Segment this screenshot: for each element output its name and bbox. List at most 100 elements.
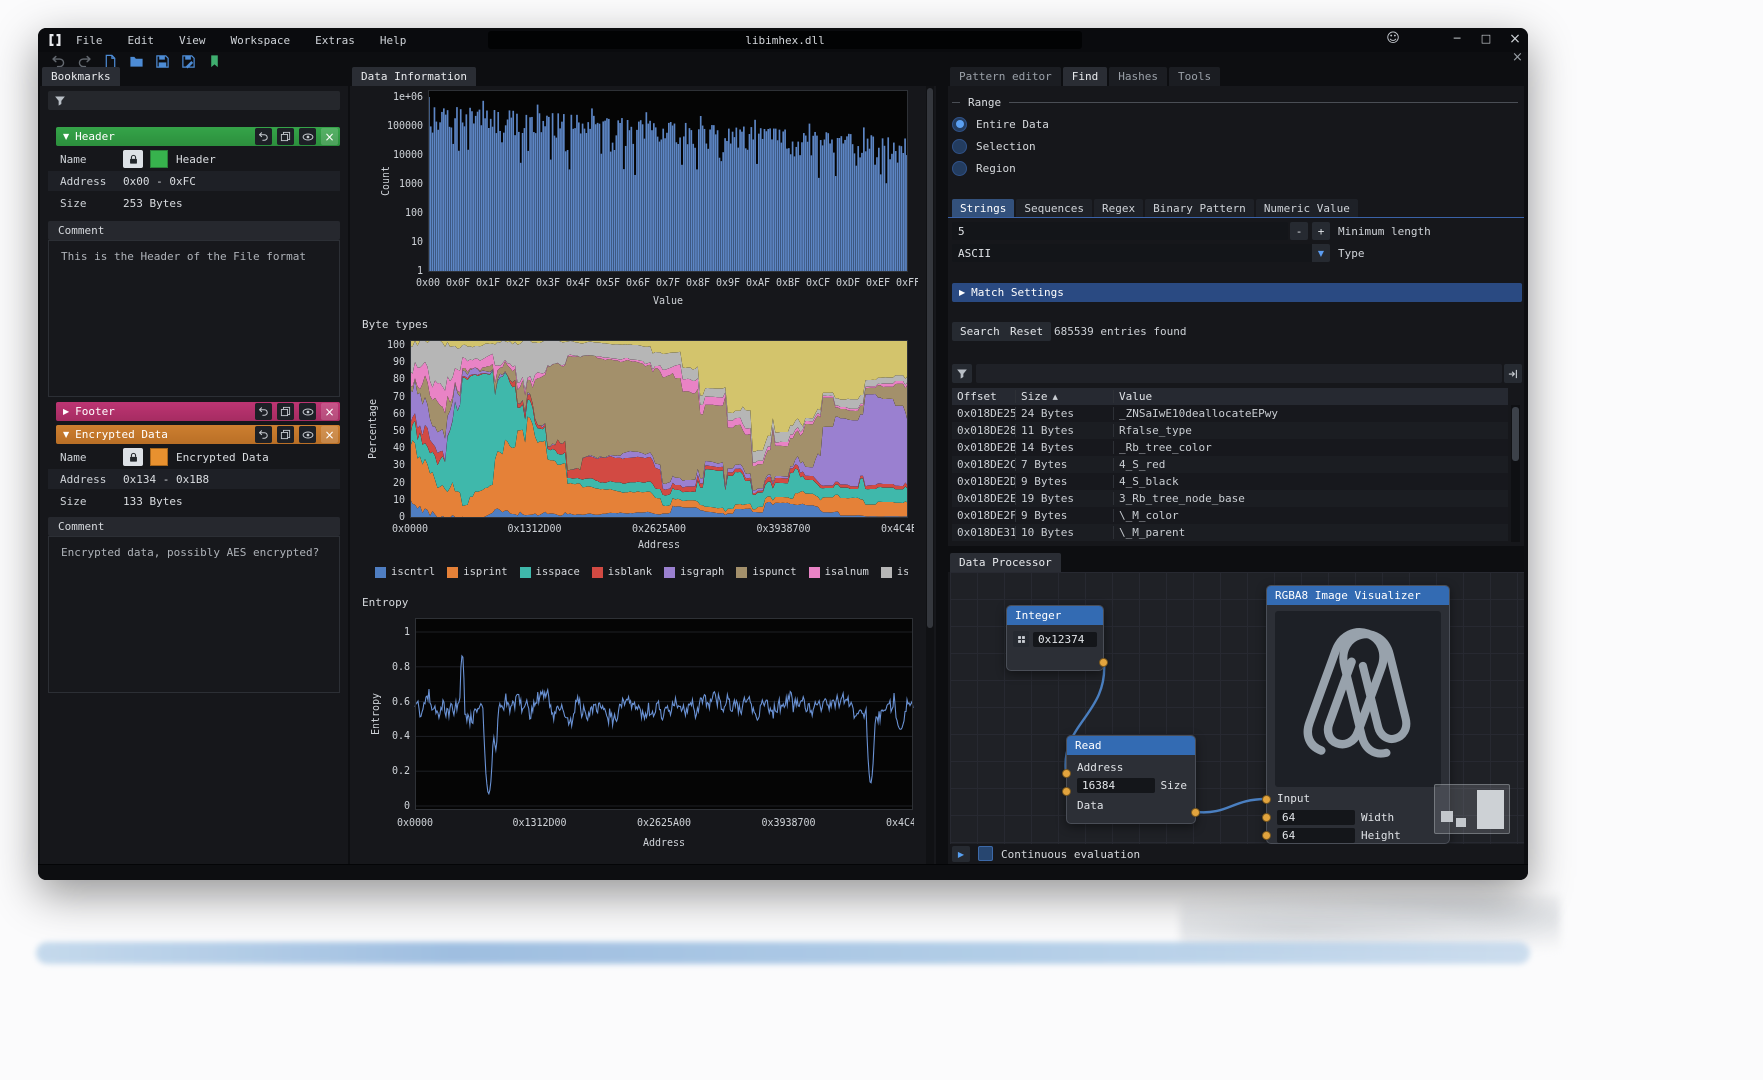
radio-selection[interactable]: Selection [952, 135, 1049, 157]
bookmark-reset-button[interactable] [255, 128, 272, 145]
bookmark-color-swatch[interactable] [150, 150, 168, 168]
save-icon[interactable] [154, 53, 171, 70]
bookmark-remove-button[interactable]: × [321, 403, 338, 420]
menu-file[interactable]: File [74, 34, 105, 47]
close-button[interactable]: × [1506, 31, 1524, 47]
read-data-output-pin[interactable] [1191, 808, 1200, 817]
radio-region[interactable]: Region [952, 157, 1049, 179]
min-length-increase-button[interactable]: + [1312, 222, 1330, 240]
column-value[interactable]: Value [1114, 390, 1508, 403]
jump-to-selection-button[interactable] [1504, 364, 1522, 383]
min-length-input[interactable]: 5 [952, 222, 1288, 240]
read-node-title[interactable]: Read [1067, 736, 1195, 755]
legend-item-isprint[interactable]: isprint [447, 566, 507, 578]
mode-tab-regex[interactable]: Regex [1094, 199, 1143, 217]
table-row[interactable]: 0x018DE2B014 Bytes_Rb_tree_color [952, 439, 1508, 456]
bookmark-color-swatch[interactable] [150, 448, 168, 466]
table-row[interactable]: 0x018DE2FC9 Bytes\_M_color [952, 507, 1508, 524]
panel-close-icon[interactable]: × [1512, 50, 1523, 65]
read-node[interactable]: Read Address 16384 Size Data [1066, 735, 1196, 824]
title-bar[interactable]: FileEditViewWorkspaceExtrasHelp libimhex… [38, 28, 1528, 52]
save-as-icon[interactable] [180, 53, 197, 70]
legend-item-isgraph[interactable]: isgraph [664, 566, 724, 578]
bookmarks-filter-input[interactable] [48, 91, 340, 110]
bookmark-remove-button[interactable]: × [321, 426, 338, 443]
read-size-input-pin[interactable] [1062, 787, 1071, 796]
tab-tools[interactable]: Tools [1169, 67, 1220, 86]
continuous-evaluation-checkbox[interactable] [978, 846, 993, 861]
integer-value-field[interactable]: 0x12374 [1033, 632, 1097, 647]
open-file-icon[interactable] [128, 53, 145, 70]
comment-header[interactable]: Comment [48, 221, 340, 240]
integer-output-pin[interactable] [1099, 658, 1108, 667]
bookmark-reset-button[interactable] [255, 403, 272, 420]
lock-button[interactable] [123, 150, 143, 168]
visualizer-height-pin[interactable] [1262, 831, 1271, 840]
integer-node[interactable]: Integer 0x12374 [1006, 605, 1104, 671]
tab-bookmarks[interactable]: Bookmarks [42, 67, 120, 86]
evaluate-play-button[interactable]: ▶ [952, 846, 970, 862]
bookmark-copy-button[interactable] [277, 403, 294, 420]
tab-pattern-editor[interactable]: Pattern editor [950, 67, 1061, 86]
bookmark-copy-button[interactable] [277, 128, 294, 145]
chevron-down-icon[interactable]: ▼ [1312, 244, 1330, 262]
table-row[interactable]: 0x018DE31A10 Bytes\_M_parent [952, 524, 1508, 541]
read-size-field[interactable]: 16384 [1077, 778, 1155, 793]
rgba8-visualizer-node[interactable]: RGBA8 Image Visualizer Input 64 Width 64… [1266, 585, 1450, 844]
reset-button[interactable]: Reset [1002, 322, 1051, 341]
value-distribution-chart[interactable] [378, 86, 918, 336]
bookmark-remove-button[interactable]: × [321, 128, 338, 145]
bookmark-header-bar[interactable]: ▼ Header × [56, 127, 340, 146]
search-button[interactable]: Search [952, 322, 1008, 341]
table-row[interactable]: 0x018DE2D49 Bytes4_S_black [952, 473, 1508, 490]
node-canvas-minimap[interactable] [1434, 784, 1510, 834]
results-filter-input[interactable] [976, 364, 1502, 383]
menu-help[interactable]: Help [378, 34, 409, 47]
mode-tab-numeric-value[interactable]: Numeric Value [1256, 199, 1358, 217]
results-header[interactable]: Offset Size▲ Value [952, 388, 1508, 405]
value-format-grid-icon[interactable] [1013, 631, 1029, 647]
tab-data-information[interactable]: Data Information [352, 67, 476, 86]
mode-tab-strings[interactable]: Strings [952, 199, 1014, 217]
column-size[interactable]: Size▲ [1016, 390, 1114, 403]
data-information-scrollbar[interactable] [926, 86, 934, 864]
visualizer-height-field[interactable]: 64 [1277, 828, 1355, 843]
column-offset[interactable]: Offset [952, 390, 1016, 403]
bookmark-reset-button[interactable] [255, 426, 272, 443]
table-row[interactable]: 0x018DE2E019 Bytes3_Rb_tree_node_base [952, 490, 1508, 507]
visualizer-width-pin[interactable] [1262, 813, 1271, 822]
legend-item-isalpha[interactable]: isalpha [881, 566, 908, 578]
legend-item-iscntrl[interactable]: iscntrl [375, 566, 435, 578]
bookmark-visibility-eye-icon[interactable] [299, 403, 316, 420]
read-address-input-pin[interactable] [1062, 769, 1071, 778]
legend-item-ispunct[interactable]: ispunct [736, 566, 796, 578]
bookmark-icon[interactable] [206, 53, 223, 70]
table-row[interactable]: 0x018DE25C24 Bytes_ZNSaIwE10deallocateEP… [952, 405, 1508, 422]
minimize-button[interactable]: ─ [1448, 32, 1466, 45]
type-combo[interactable]: ASCII ▼ [952, 244, 1330, 262]
tab-hashes[interactable]: Hashes [1109, 67, 1167, 86]
bookmark-visibility-eye-icon[interactable] [299, 426, 316, 443]
menu-view[interactable]: View [177, 34, 208, 47]
results-scrollbar[interactable] [1511, 405, 1520, 542]
byte-types-chart[interactable] [366, 336, 914, 558]
menu-edit[interactable]: Edit [126, 34, 157, 47]
bookmark-visibility-eye-icon[interactable] [299, 128, 316, 145]
tab-find[interactable]: Find [1063, 67, 1108, 86]
visualizer-input-pin[interactable] [1262, 795, 1271, 804]
mode-tab-sequences[interactable]: Sequences [1016, 199, 1092, 217]
visualizer-node-title[interactable]: RGBA8 Image Visualizer [1267, 586, 1449, 605]
table-row[interactable]: 0x018DE2CB7 Bytes4_S_red [952, 456, 1508, 473]
bookmark-footer-bar[interactable]: ▶ Footer × [56, 402, 340, 421]
feedback-smiley-icon[interactable]: ☺ [1384, 31, 1402, 46]
bookmark-encrypted-bar[interactable]: ▼ Encrypted Data × [56, 425, 340, 444]
legend-item-isalnum[interactable]: isalnum [809, 566, 869, 578]
maximize-button[interactable]: □ [1477, 32, 1495, 45]
radio-entire-data[interactable]: Entire Data [952, 113, 1049, 135]
integer-node-title[interactable]: Integer [1007, 606, 1103, 625]
node-canvas[interactable]: Integer 0x12374 Read Address 16384 Size … [950, 572, 1524, 844]
legend-item-isblank[interactable]: isblank [592, 566, 652, 578]
entropy-chart[interactable] [368, 612, 914, 864]
results-filter-button[interactable] [952, 364, 972, 383]
visualizer-width-field[interactable]: 64 [1277, 810, 1355, 825]
